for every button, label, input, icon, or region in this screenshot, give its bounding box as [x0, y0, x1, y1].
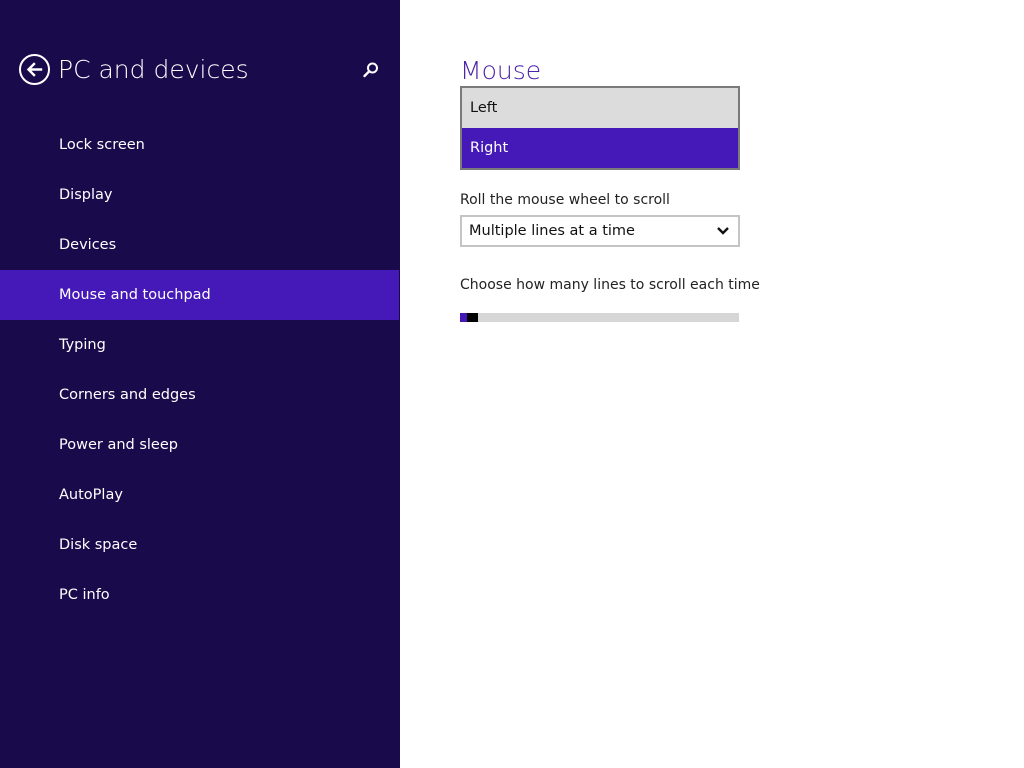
page-title: Mouse [460, 56, 542, 85]
scroll-mode-select[interactable]: Multiple lines at a time [460, 215, 740, 247]
search-button[interactable] [361, 60, 381, 80]
main-content: Mouse Left Right Roll the mouse wheel to… [400, 0, 1024, 768]
scroll-mode-value: Multiple lines at a time [469, 223, 635, 239]
sidebar-title: PC and devices [58, 55, 249, 84]
settings-window: PC and devices Lock screen Display Devic… [0, 0, 1024, 768]
sidebar-item-mouse-and-touchpad[interactable]: Mouse and touchpad [0, 270, 399, 320]
sidebar-item-disk-space[interactable]: Disk space [0, 520, 399, 570]
slider-track [460, 313, 739, 322]
sidebar-item-display[interactable]: Display [0, 170, 399, 220]
sidebar-item-devices[interactable]: Devices [0, 220, 399, 270]
lines-label: Choose how many lines to scroll each tim… [460, 277, 760, 293]
sidebar: PC and devices Lock screen Display Devic… [0, 0, 400, 768]
scroll-label: Roll the mouse wheel to scroll [460, 192, 670, 208]
back-button[interactable] [19, 54, 50, 85]
sidebar-nav: Lock screen Display Devices Mouse and to… [0, 120, 399, 620]
sidebar-item-autoplay[interactable]: AutoPlay [0, 470, 399, 520]
slider-thumb[interactable] [467, 313, 478, 322]
sidebar-item-lock-screen[interactable]: Lock screen [0, 120, 399, 170]
sidebar-item-typing[interactable]: Typing [0, 320, 399, 370]
sidebar-item-power-and-sleep[interactable]: Power and sleep [0, 420, 399, 470]
lines-slider[interactable] [460, 306, 739, 328]
listbox-option-right[interactable]: Right [462, 128, 738, 168]
primary-button-listbox[interactable]: Left Right [460, 86, 740, 170]
search-icon [363, 62, 378, 78]
chevron-down-icon [717, 227, 729, 235]
sidebar-item-corners-and-edges[interactable]: Corners and edges [0, 370, 399, 420]
sidebar-item-pc-info[interactable]: PC info [0, 570, 399, 620]
back-arrow-icon [26, 62, 43, 77]
listbox-option-left[interactable]: Left [462, 88, 738, 128]
